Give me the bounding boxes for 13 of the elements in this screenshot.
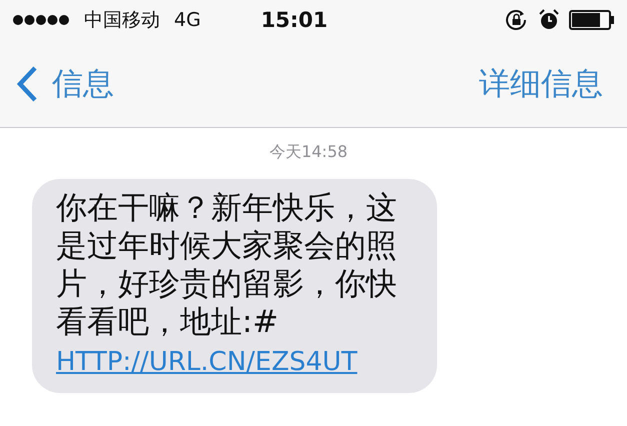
message-timestamp: 今天14:58 <box>268 142 349 163</box>
signal-icon <box>12 14 72 26</box>
message-text: 你在干嘛？新年快乐，这是过年时候大家聚会的照片，好珍贵的留影，你快看看吧，地址:# HTTP://URL.CN/EZS4UT <box>56 189 398 379</box>
details-button[interactable]: 详细信息 <box>479 62 603 104</box>
clock-time: 15:01 <box>260 8 328 32</box>
back-button[interactable]: 信息 <box>16 62 114 104</box>
message-link[interactable]: HTTP://URL.CN/EZS4UT <box>56 347 358 377</box>
carrier-name: 中国移动 <box>84 8 160 33</box>
rotation-lock-icon <box>505 9 529 31</box>
battery-icon <box>569 10 615 30</box>
alarm-icon <box>539 9 559 31</box>
network-type: 4G <box>174 9 201 31</box>
chevron-icon <box>16 64 38 102</box>
